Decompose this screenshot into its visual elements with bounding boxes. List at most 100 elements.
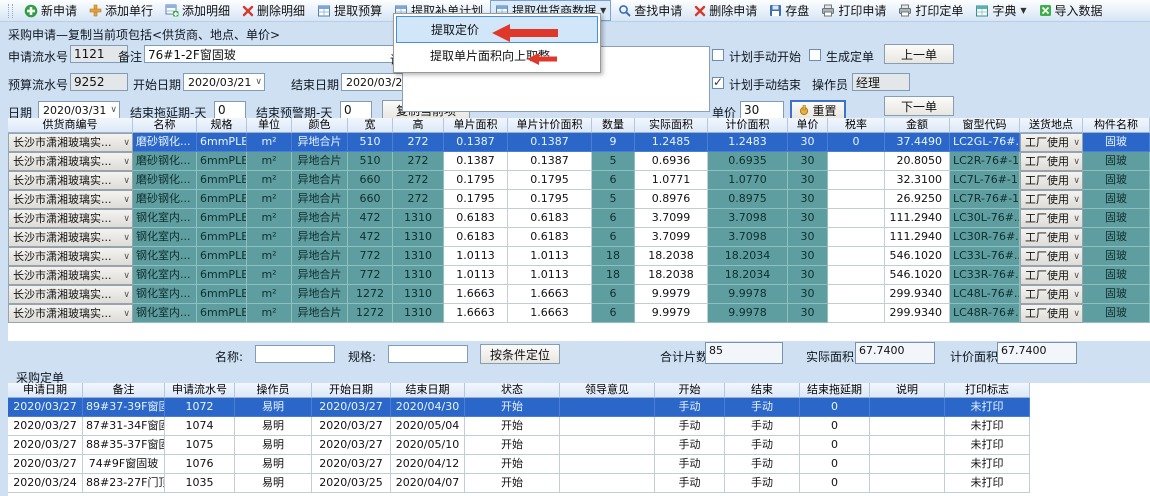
column-header[interactable]: 单片计价面积: [508, 118, 592, 133]
column-header[interactable]: 税率: [828, 118, 885, 133]
manual-end-checkbox[interactable]: [712, 77, 724, 89]
column-header[interactable]: 供货商编号: [8, 118, 133, 133]
delete-request-button[interactable]: 删除申请: [689, 0, 762, 21]
filter-spec-input[interactable]: [388, 345, 468, 363]
delivery-combo[interactable]: 工厂使用∨: [1020, 171, 1083, 190]
budget-no-field[interactable]: [70, 73, 128, 91]
next-order-button[interactable]: 下一单: [884, 96, 954, 116]
menu-item-extract-area-roundup[interactable]: 提取单片面积向上取整: [396, 43, 598, 70]
column-header[interactable]: 金额: [885, 118, 950, 133]
column-header[interactable]: 规格: [197, 118, 247, 133]
delivery-combo[interactable]: 工厂使用∨: [1020, 285, 1083, 304]
column-header[interactable]: 单位: [247, 118, 292, 133]
delivery-combo[interactable]: 工厂使用∨: [1020, 304, 1083, 323]
table-row[interactable]: 长沙市潇湘玻璃实...∨磨砂钢化...6mmPLE...m²异地合片660272…: [8, 190, 1150, 209]
supplier-combo[interactable]: 长沙市潇湘玻璃实...∨: [8, 209, 133, 228]
supplier-combo[interactable]: 长沙市潇湘玻璃实...∨: [8, 228, 133, 247]
delivery-combo[interactable]: 工厂使用∨: [1020, 266, 1083, 285]
add-detail-button[interactable]: 添加明细: [160, 0, 235, 21]
column-header[interactable]: 申请日期: [8, 383, 83, 398]
supplier-combo[interactable]: 长沙市潇湘玻璃实...∨: [8, 266, 133, 285]
column-header[interactable]: 窗型代码: [950, 118, 1020, 133]
print-order-button[interactable]: 打印定单: [893, 0, 968, 21]
supplier-combo[interactable]: 长沙市潇湘玻璃实...∨: [8, 247, 133, 266]
new-request-button[interactable]: 新申请: [19, 0, 82, 21]
locate-by-condition-button[interactable]: 按条件定位: [480, 344, 560, 364]
filter-name-input[interactable]: [255, 345, 335, 363]
table-row[interactable]: 长沙市潇湘玻璃实...∨磨砂钢化...6mmPLE...m²异地合片660272…: [8, 171, 1150, 190]
table-row[interactable]: 长沙市潇湘玻璃实...∨钢化室内...6mmPLE...m²异地合片772131…: [8, 247, 1150, 266]
save-button[interactable]: 存盘: [764, 0, 814, 21]
start-date-picker[interactable]: 2020/03/21∨: [183, 73, 265, 91]
operator-field[interactable]: [852, 73, 910, 91]
column-header[interactable]: 单片面积: [444, 118, 508, 133]
supplier-combo[interactable]: 长沙市潇湘玻璃实...∨: [8, 133, 133, 152]
column-header[interactable]: 构件名称: [1083, 118, 1150, 133]
delivery-combo[interactable]: 工厂使用∨: [1020, 228, 1083, 247]
import-data-button[interactable]: 导入数据: [1034, 0, 1108, 21]
table-row[interactable]: 2020/03/2787#31-34F窗固玻1074易明2020/03/2720…: [8, 417, 1150, 436]
column-header[interactable]: 实际面积: [635, 118, 708, 133]
delivery-combo[interactable]: 工厂使用∨: [1020, 247, 1083, 266]
table-row[interactable]: 长沙市潇湘玻璃实...∨钢化室内...6mmPLE...m²异地合片127213…: [8, 285, 1150, 304]
table-row[interactable]: 2020/03/2488#23-27F门顶玻1035易明2020/03/2520…: [8, 474, 1150, 493]
extract-budget-button[interactable]: 提取预算: [312, 0, 387, 21]
delete-detail-button[interactable]: 删除明细: [237, 0, 310, 21]
table-row[interactable]: 2020/03/2788#35-37F窗固玻1075易明2020/03/2720…: [8, 436, 1150, 455]
table-cell: 2020/03/27: [312, 398, 391, 417]
dictionary-button[interactable]: 字典 ▼: [970, 0, 1031, 21]
column-header[interactable]: 计价面积: [708, 118, 788, 133]
table-row[interactable]: 2020/03/2774#9F窗固玻1076易明2020/03/272020/0…: [8, 455, 1150, 474]
table-row[interactable]: 长沙市潇湘玻璃实...∨磨砂钢化...6mmPLE...m²异地合片510272…: [8, 152, 1150, 171]
column-header[interactable]: 开始: [655, 383, 725, 398]
delivery-combo[interactable]: 工厂使用∨: [1020, 190, 1083, 209]
delivery-combo[interactable]: 工厂使用∨: [1020, 209, 1083, 228]
warning-days-field[interactable]: [340, 101, 372, 119]
column-header[interactable]: 结束拖延期: [800, 383, 870, 398]
table-row[interactable]: 长沙市潇湘玻璃实...∨钢化室内...6mmPLE...m²异地合片772131…: [8, 266, 1150, 285]
combo-value: 长沙市潇湘玻璃实...: [13, 286, 112, 304]
table-cell: 30: [788, 285, 828, 304]
table-row[interactable]: 2020/03/2789#37-39F窗固玻1072易明2020/03/2720…: [8, 398, 1150, 417]
column-header[interactable]: 打印标志: [945, 383, 1030, 398]
column-header[interactable]: 说明: [870, 383, 945, 398]
prev-order-button[interactable]: 上一单: [884, 44, 954, 64]
column-header[interactable]: 备注: [83, 383, 165, 398]
column-header[interactable]: 数量: [592, 118, 635, 133]
supplier-combo[interactable]: 长沙市潇湘玻璃实...∨: [8, 304, 133, 323]
column-header[interactable]: 宽: [348, 118, 393, 133]
combo-value: 工厂使用: [1025, 267, 1069, 285]
delivery-combo[interactable]: 工厂使用∨: [1020, 152, 1083, 171]
column-header[interactable]: 名称: [133, 118, 197, 133]
column-header[interactable]: 领导意见: [560, 383, 655, 398]
gen-order-checkbox[interactable]: [809, 49, 821, 61]
supplier-combo[interactable]: 长沙市潇湘玻璃实...∨: [8, 171, 133, 190]
column-header[interactable]: 单价: [788, 118, 828, 133]
supplier-combo[interactable]: 长沙市潇湘玻璃实...∨: [8, 190, 133, 209]
find-request-button[interactable]: 查找申请: [613, 0, 687, 21]
column-header[interactable]: 高: [393, 118, 444, 133]
column-header[interactable]: 结束日期: [391, 383, 465, 398]
supplier-combo[interactable]: 长沙市潇湘玻璃实...∨: [8, 152, 133, 171]
column-header[interactable]: 操作员: [235, 383, 312, 398]
column-header[interactable]: 状态: [465, 383, 560, 398]
table-row[interactable]: 长沙市潇湘玻璃实...∨钢化室内...6mmPLE...m²异地合片472131…: [8, 228, 1150, 247]
table-row[interactable]: 长沙市潇湘玻璃实...∨磨砂钢化...6mmPLE...m²异地合片510272…: [8, 133, 1150, 152]
column-header[interactable]: 送货地点: [1020, 118, 1083, 133]
column-header[interactable]: 颜色: [292, 118, 348, 133]
remark-field[interactable]: [144, 45, 394, 63]
delay-days-field[interactable]: [214, 101, 246, 119]
supplier-combo[interactable]: 长沙市潇湘玻璃实...∨: [8, 285, 133, 304]
column-header[interactable]: 开始日期: [312, 383, 391, 398]
add-row-button[interactable]: 添加单行: [84, 0, 158, 21]
manual-start-checkbox[interactable]: [712, 49, 724, 61]
table-row[interactable]: 长沙市潇湘玻璃实...∨钢化室内...6mmPLE...m²异地合片127213…: [8, 304, 1150, 323]
unit-price-field[interactable]: [740, 101, 784, 119]
delivery-combo[interactable]: 工厂使用∨: [1020, 133, 1083, 152]
table-row[interactable]: 长沙市潇湘玻璃实...∨钢化室内...6mmPLE...m²异地合片472131…: [8, 209, 1150, 228]
date-picker[interactable]: 2020/03/31∨: [38, 101, 120, 119]
column-header[interactable]: 结束: [725, 383, 800, 398]
remark-label: 备注: [118, 48, 142, 65]
column-header[interactable]: 申请流水号: [165, 383, 235, 398]
print-request-button[interactable]: 打印申请: [816, 0, 891, 21]
